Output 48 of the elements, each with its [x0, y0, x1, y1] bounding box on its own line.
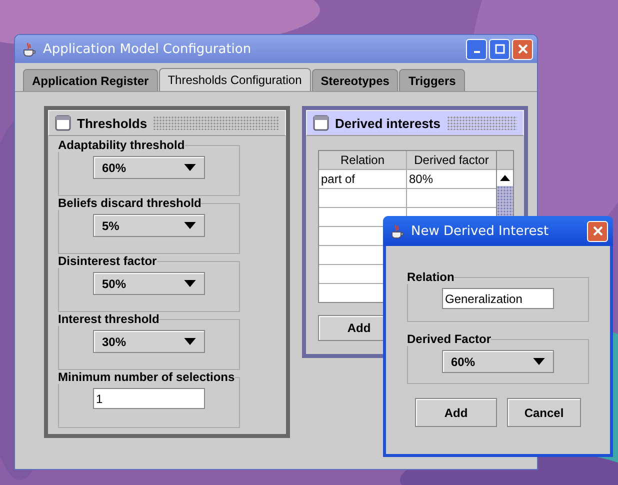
maximize-icon: [494, 44, 504, 54]
table-cell: part of: [319, 170, 407, 188]
dropdown[interactable]: 60%: [442, 350, 554, 373]
group-label: Minimum number of selections: [58, 370, 235, 384]
group-label: Interest threshold: [58, 312, 160, 326]
dropdown[interactable]: 30%: [93, 330, 205, 353]
up-arrow-icon: [500, 175, 510, 181]
panel-title: Derived interests: [335, 116, 440, 130]
close-button[interactable]: [587, 220, 608, 242]
drag-grip[interactable]: [446, 116, 517, 130]
minimize-icon: [474, 51, 480, 53]
close-button[interactable]: [512, 38, 533, 60]
window-icon: [55, 115, 71, 131]
column-header[interactable]: Relation: [319, 151, 407, 169]
close-icon: [592, 226, 602, 236]
input-field[interactable]: 1: [93, 388, 205, 409]
dropdown[interactable]: 5%: [93, 214, 205, 237]
dialog-button[interactable]: Add: [415, 398, 497, 427]
group-label: Disinterest factor: [58, 254, 157, 268]
maximize-button[interactable]: [489, 38, 510, 60]
dialog-button[interactable]: Cancel: [507, 398, 581, 427]
tab[interactable]: Triggers: [399, 69, 465, 91]
group-label: Relation: [407, 270, 454, 284]
window-title: Application Model Configuration: [43, 42, 252, 56]
group-label: Beliefs discard threshold: [58, 196, 202, 210]
dropdown[interactable]: 60%: [93, 156, 205, 179]
column-header[interactable]: Derived factor: [407, 151, 496, 169]
minimize-button[interactable]: [466, 38, 487, 60]
dropdown[interactable]: 50%: [93, 272, 205, 295]
tab[interactable]: Thresholds Configuration: [158, 68, 311, 91]
tab[interactable]: Stereotypes: [312, 69, 398, 91]
input-field[interactable]: Generalization: [442, 288, 554, 309]
window-icon: [313, 115, 329, 131]
coffee-cup-icon: [21, 41, 37, 57]
group-label: Adaptability threshold: [58, 138, 185, 152]
panel-title: Thresholds: [77, 116, 148, 130]
caret-icon: [533, 358, 545, 365]
window-title: New Derived Interest: [411, 224, 550, 238]
caret-icon: [184, 164, 196, 171]
caret-icon: [184, 222, 196, 229]
group-label: Derived Factor: [407, 332, 492, 346]
close-icon: [518, 44, 528, 54]
caret-icon: [184, 338, 196, 345]
tab[interactable]: Application Register: [23, 69, 158, 91]
caret-icon: [184, 280, 196, 287]
coffee-cup-icon: [389, 223, 405, 239]
drag-grip[interactable]: [153, 116, 279, 130]
table-cell-text: 80%: [408, 171, 434, 188]
